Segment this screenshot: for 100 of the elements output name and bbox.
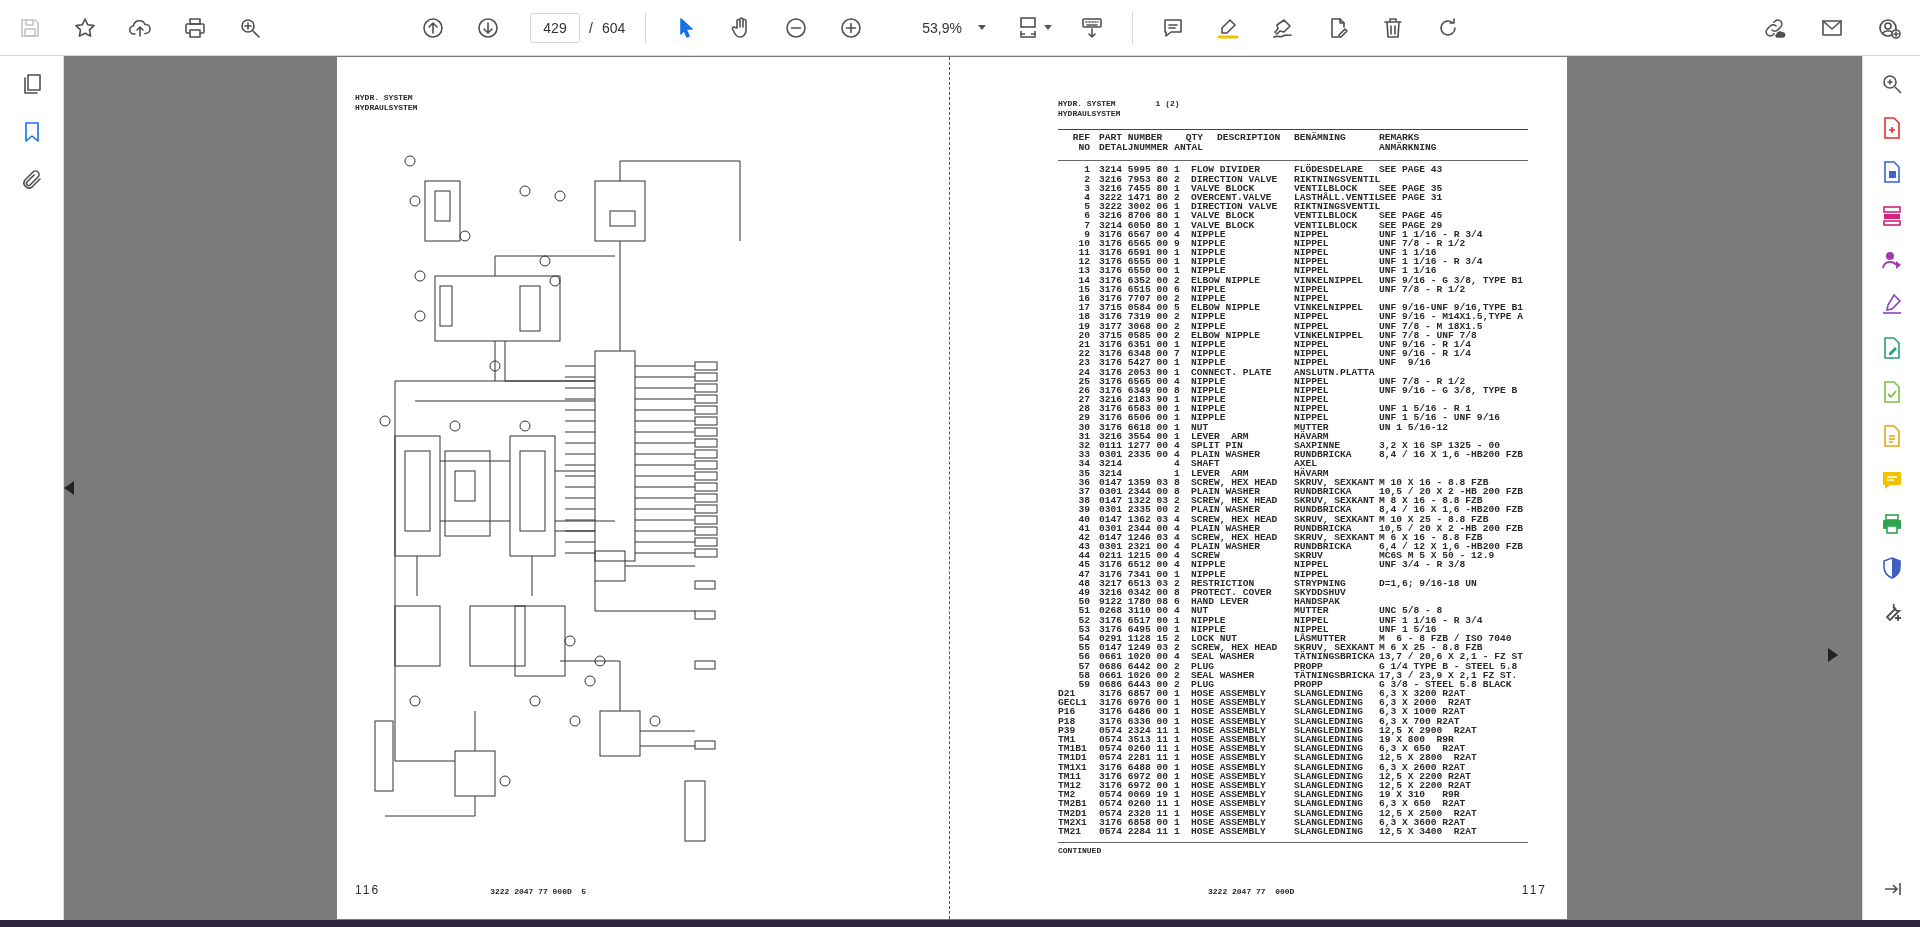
table-cell-text: 1 [1173,707,1181,717]
table-cell-text: 27 [1077,395,1091,405]
table-cell-text: 2 [1173,192,1181,203]
table-cell: 3216 8706 80 [1099,211,1169,221]
table-cell-text: PLUG [1190,661,1216,671]
table-cell-text: TM1X1 [1058,762,1088,772]
table-cell-text: 4 [1083,192,1091,203]
table-cell-text: 1 [1173,339,1181,350]
table-cell: 3222 3002 06 [1099,202,1169,212]
table-cell-text: VINKELNIPPEL [1293,275,1365,285]
table-cell: 3176 5427 00 [1099,358,1169,368]
table-cell-text: RUNDBRICKA [1293,523,1353,533]
table-cell-text: 1 [1173,404,1181,414]
table-cell: 3176 6618 00 [1099,422,1169,432]
table-cell-text: RESTRICTION [1190,578,1256,589]
table-cell-text: 4 [1173,560,1181,570]
table-cell-text: UNF 9/16 - G 3/8, TYPE B [1379,385,1519,396]
table-cell-text: HOSE ASSEMBLY [1190,735,1267,745]
table-cell-text: 41 [1077,523,1091,533]
table-cell-text: CONNECT. PLATE [1190,367,1273,377]
table-cell-text: UNF 9/16 [1379,358,1432,368]
table-cell: 3176 6515 00 [1099,284,1169,295]
column-header: REF NO [1071,133,1091,154]
table-cell-text: TM2X1 [1058,817,1088,827]
table-cell-text: 4 [1173,450,1181,460]
table-cell-text: NIPPLE [1190,248,1227,258]
table-cell: 0211 1215 00 [1099,551,1169,561]
table-cell-text: 2 [1173,661,1181,671]
zoom-dropdown[interactable]: 53,9% [908,14,995,41]
table-cell-text: LEVER ARM [1190,468,1250,478]
table-cell-text: UNF 3/4 - R 3/8 [1379,560,1467,570]
table-cell-text: 2 [1173,330,1181,340]
table-cell-text: 21 [1077,339,1091,350]
expand-right-icon[interactable] [1828,648,1838,662]
table-cell-text: NIPPEL [1293,321,1330,331]
table-cell: 0147 1359 03 [1099,477,1169,487]
table-cell-text: 20 [1077,330,1091,340]
table-cell-text: 31 [1077,431,1091,442]
table-cell-text: 1 [1173,220,1181,230]
table-cell-text: 4 [1173,652,1181,662]
table-cell-text: SLANGLEDNING [1293,771,1365,781]
table-cell-text: HOSE ASSEMBLY [1190,817,1267,827]
table-cell-text: NIPPEL [1293,294,1329,304]
table-cell-text: DIRECTION VALVE [1190,174,1279,184]
table-cell-text: 1 [1083,165,1091,175]
table-cell-text: 54 [1077,633,1091,644]
table-cell-text: 1 [1173,165,1181,175]
table-cell-text: VENTILBLOCK [1293,183,1358,193]
table-cell-text: HOSE ASSEMBLY [1190,725,1267,736]
table-cell-text: TM21 [1058,826,1083,837]
table-cell-text: 10 [1077,238,1091,249]
table-cell-text: NIPPLE [1190,238,1227,249]
table-cell-text: 1 [1173,725,1181,736]
table-cell-text: NIPPLE [1190,624,1227,634]
table-cell-text: 19 [1077,321,1091,331]
table-cell-text: FLÖDESDELARE [1293,165,1365,175]
table-cell-text: TÄTNINGSBRICKA [1293,652,1376,662]
table-cell-text: HOSE ASSEMBLY [1190,744,1267,754]
table-cell-text: UNF 9/16 - R 1/4 [1379,339,1473,350]
table-cell-text: 17 [1077,303,1091,313]
table-cell-text: UNF 1 1/16 - R 3/4 [1379,229,1484,239]
table-cell-text: SLANGLEDNING [1293,799,1365,809]
table-cell-text: SCREW, HEX HEAD [1190,514,1279,524]
table-cell-text: LASTHÅLL.VENTIL [1293,192,1379,203]
table-cell-text: 1 [1173,744,1181,754]
table-cell: 0301 2321 00 [1099,542,1169,552]
table-cell-text: G 1/4 TYPE B - STEEL 5.8 [1379,661,1519,671]
table-cell-text: SLANGLEDNING [1293,817,1365,827]
table-cell-text: TM1 [1058,735,1076,745]
table-cell-text: 1 [1173,817,1181,827]
table-cell-text: 1 [1173,716,1181,726]
table-cell-text: NIPPEL [1293,615,1330,625]
table-cell-text: HOSE ASSEMBLY [1190,799,1267,809]
table-cell: 0291 1128 15 [1099,633,1169,644]
table-cell-text: 6,3 X 2000 R2AT [1379,698,1473,708]
table-cell-text: ELBOW NIPPLE [1190,275,1262,285]
table-cell-text: UNF 1 1/16 [1379,266,1438,276]
table-cell-text: D=1,6; 9/16-18 UN [1379,578,1478,589]
table-cell: 3176 7319 00 [1099,312,1169,322]
table-cell: 3217 6513 03 [1099,578,1169,589]
table-cell-text: 1 [1173,367,1181,377]
table-cell-text: VINKELNIPPEL [1293,330,1365,340]
table-cell-text: 19 X 310 R9R [1379,790,1460,800]
table-cell-text: 6 [1173,284,1181,295]
document-code: 3222 2047 77 000D [1208,887,1295,896]
table-cell-text: D21 [1058,689,1076,699]
table-cell-text: 12,5 X 2900 R2AT [1379,725,1478,736]
table-cell-text: 4 [1173,551,1181,561]
table-cell-text: 1 [1173,422,1181,432]
table-cell-text: 55 [1077,643,1091,653]
table-cell-text: VENTILBLOCK [1293,220,1359,230]
table-cell: 0301 2344 00 [1099,486,1169,497]
table-cell-text: UNF 7/8 - R 1/2 [1379,238,1467,249]
table-cell-text: NIPPEL [1293,229,1330,239]
table-cell: 3176 6336 00 [1099,716,1169,726]
table-cell: 3177 3068 00 [1099,321,1169,331]
table-cell-text: SEE PAGE 31 [1379,192,1444,203]
table-cell-text: 1 [1173,266,1181,276]
table-cell-text: HOSE ASSEMBLY [1190,826,1267,837]
page-number-field[interactable]: 429 [530,12,580,43]
